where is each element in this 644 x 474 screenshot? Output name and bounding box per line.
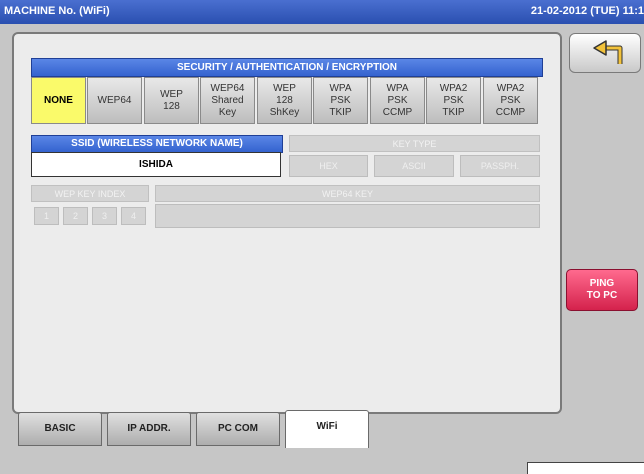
tab-wifi[interactable]: WiFi bbox=[285, 410, 369, 448]
wep-key-index-3[interactable]: 3 bbox=[92, 207, 117, 225]
key-type-hex-button[interactable]: HEX bbox=[289, 155, 368, 177]
security-option-wep128-shkey[interactable]: WEP 128 ShKey bbox=[257, 77, 312, 124]
wifi-settings-panel: SECURITY / AUTHENTICATION / ENCRYPTION N… bbox=[12, 32, 562, 414]
tab-ip-addr[interactable]: IP ADDR. bbox=[107, 412, 191, 446]
wep-key-field[interactable] bbox=[155, 204, 540, 228]
tab-pc-com[interactable]: PC COM bbox=[196, 412, 280, 446]
back-arrow-icon bbox=[593, 40, 623, 64]
security-option-wpa-psk-ccmp[interactable]: WPA PSK CCMP bbox=[370, 77, 425, 124]
tab-basic[interactable]: BASIC bbox=[18, 412, 102, 446]
wep-key-index-2[interactable]: 2 bbox=[63, 207, 88, 225]
security-option-wep128[interactable]: WEP 128 bbox=[144, 77, 199, 124]
wep-key-index-4[interactable]: 4 bbox=[121, 207, 146, 225]
security-header: SECURITY / AUTHENTICATION / ENCRYPTION bbox=[31, 58, 543, 77]
key-type-passphrase-button[interactable]: PASSPH. bbox=[460, 155, 540, 177]
window-title: MACHINE No. (WiFi) bbox=[4, 5, 110, 17]
ssid-field[interactable]: ISHIDA bbox=[31, 152, 281, 177]
security-option-wpa2-psk-ccmp[interactable]: WPA2 PSK CCMP bbox=[483, 77, 538, 124]
ping-to-pc-button[interactable]: PING TO PC bbox=[566, 269, 638, 311]
title-bar: MACHINE No. (WiFi) 21-02-2012 (TUE) 11:1 bbox=[0, 0, 644, 24]
security-option-wep64[interactable]: WEP64 bbox=[87, 77, 142, 124]
ssid-header: SSID (WIRELESS NETWORK NAME) bbox=[31, 135, 283, 153]
key-type-ascii-button[interactable]: ASCII bbox=[374, 155, 454, 177]
wep-key-index-header: WEP KEY INDEX bbox=[31, 185, 149, 202]
back-button[interactable] bbox=[569, 33, 641, 73]
wep-key-index-1[interactable]: 1 bbox=[34, 207, 59, 225]
key-type-header: KEY TYPE bbox=[289, 135, 540, 152]
status-box bbox=[527, 462, 644, 474]
wep-key-header: WEP64 KEY bbox=[155, 185, 540, 202]
datetime: 21-02-2012 (TUE) 11:1 bbox=[530, 5, 644, 17]
security-option-wpa-psk-tkip[interactable]: WPA PSK TKIP bbox=[313, 77, 368, 124]
security-option-wep64-shared-key[interactable]: WEP64 Shared Key bbox=[200, 77, 255, 124]
security-option-wpa2-psk-tkip[interactable]: WPA2 PSK TKIP bbox=[426, 77, 481, 124]
security-option-none[interactable]: NONE bbox=[31, 77, 86, 124]
